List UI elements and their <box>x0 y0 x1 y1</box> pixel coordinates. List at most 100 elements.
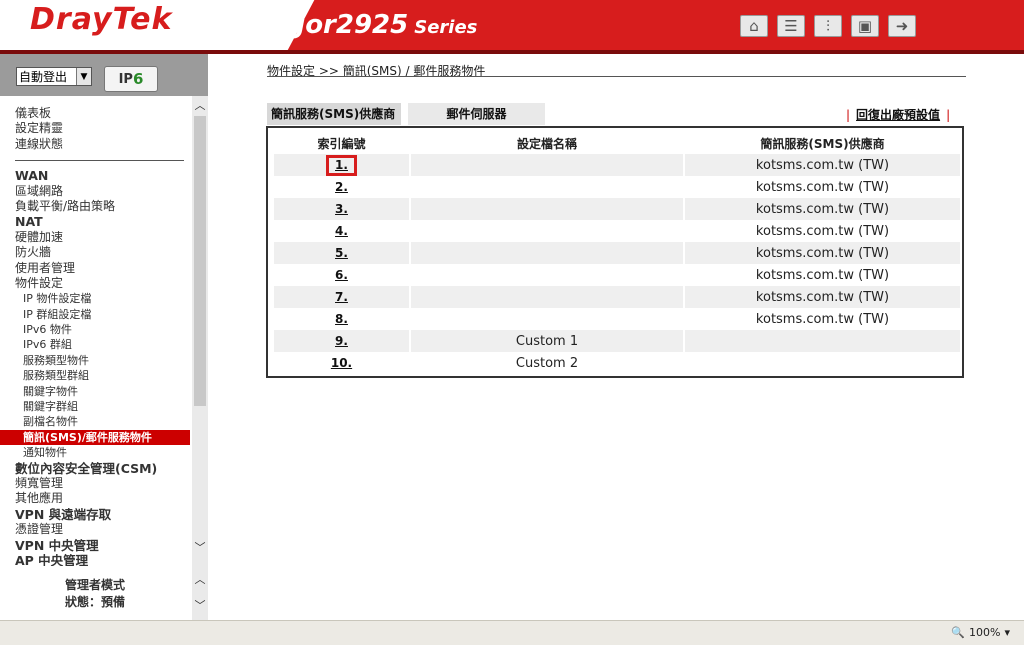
sidebar-item[interactable]: 物件設定 <box>0 276 190 291</box>
auto-logout-select[interactable]: 自動登出 ▼ <box>16 67 92 86</box>
tab-bar: 簡訊服務(SMS)供應商 郵件伺服器 <box>267 103 545 125</box>
sidebar-item[interactable]: IPv6 物件 <box>0 322 190 337</box>
index-cell: 7. <box>274 286 409 308</box>
profile-name-cell <box>411 198 683 220</box>
model-series: Series <box>414 17 478 38</box>
top-header: DrayTek Vigor2925 Series ⌂ ☰ ⫶ ▣ ➜ <box>0 0 1024 54</box>
tab-mail-server[interactable]: 郵件伺服器 <box>408 103 545 125</box>
sidebar-item[interactable]: IP 物件設定檔 <box>0 291 190 306</box>
sidebar-item[interactable]: 頻寬管理 <box>0 476 190 491</box>
sidebar-item[interactable]: 通知物件 <box>0 445 190 460</box>
browser-status-bar: 🔍 100% ▾ <box>0 620 1024 645</box>
sidebar-item[interactable]: 關鍵字群組 <box>0 399 190 414</box>
table-row: 10. Custom 2 <box>274 352 960 374</box>
sidebar-item[interactable]: IP 群組設定檔 <box>0 307 190 322</box>
scroll-up-icon[interactable]: ︿ <box>192 98 208 114</box>
profile-index-link[interactable]: 7. <box>335 290 348 304</box>
sidebar-status: 管理者模式 狀態：預備 ︿ ﹀ <box>0 566 208 620</box>
sidebar-item[interactable]: NAT <box>0 214 190 229</box>
sms-provider-cell: kotsms.com.tw (TW) <box>685 264 960 286</box>
profile-index-link[interactable]: 10. <box>331 356 352 370</box>
sidebar-item[interactable]: 副檔名物件 <box>0 414 190 429</box>
status-scrollbar[interactable]: ︿ ﹀ <box>192 566 208 620</box>
chevron-down-icon[interactable]: ▾ <box>1004 626 1010 639</box>
sidebar-item[interactable]: AP 中央管理 <box>0 553 190 566</box>
status-label: 狀態：預備 <box>64 595 125 609</box>
sidebar-item[interactable]: VPN 與遠端存取 <box>0 507 190 522</box>
sidebar-item[interactable]: 數位內容安全管理(CSM) <box>0 461 190 476</box>
settings-sliders-icon[interactable]: ⫶ <box>814 15 842 37</box>
index-cell: 1. <box>274 154 409 176</box>
column-header-profile-name: 設定檔名稱 <box>516 136 577 151</box>
index-cell: 2. <box>274 176 409 198</box>
sidebar-item[interactable]: 憑證管理 <box>0 522 190 537</box>
save-icon[interactable]: ▣ <box>851 15 879 37</box>
profiles-table: 索引編號 設定檔名稱 簡訊服務(SMS)供應商 1. kotsms.com.tw … <box>272 132 962 374</box>
index-cell: 3. <box>274 198 409 220</box>
sidebar-item[interactable]: 其他應用 <box>0 491 190 506</box>
profile-index-link[interactable]: 2. <box>335 180 348 194</box>
sidebar-menu: 儀表板 設定精靈 連線狀態 WAN 區域網路 負載平衡/路由策略 NAT 硬體加速 防火牆… <box>0 106 190 566</box>
profile-name-cell: Custom 1 <box>411 330 683 352</box>
sidebar-item-wizard[interactable]: 設定精靈 <box>0 121 190 136</box>
sidebar-scrollbar[interactable]: ︿ ﹀ <box>192 96 208 566</box>
profile-name-cell <box>411 220 683 242</box>
ipv6-badge-left: IP <box>118 71 133 87</box>
sms-provider-cell <box>685 352 960 374</box>
sidebar-item[interactable]: 服務類型物件 <box>0 353 190 368</box>
profile-index-link[interactable]: 1. <box>335 158 348 172</box>
index-cell: 9. <box>274 330 409 352</box>
table-row: 1. kotsms.com.tw (TW) <box>274 154 960 176</box>
profile-index-link[interactable]: 8. <box>335 312 348 326</box>
table-row: 4. kotsms.com.tw (TW) <box>274 220 960 242</box>
sidebar-item[interactable]: VPN 中央管理 <box>0 538 190 553</box>
quick-start-icon[interactable]: ☰ <box>777 15 805 37</box>
profile-index-link[interactable]: 6. <box>335 268 348 282</box>
sidebar-divider <box>15 152 184 162</box>
draytek-logo: DrayTek <box>30 2 173 37</box>
sidebar-item-dashboard[interactable]: 儀表板 <box>0 106 190 121</box>
header-toolbar: ⌂ ☰ ⫶ ▣ ➜ <box>740 15 916 37</box>
sidebar-item[interactable]: 硬體加速 <box>0 230 190 245</box>
sidebar-item[interactable]: 區域網路 <box>0 184 190 199</box>
sidebar-item[interactable]: 防火牆 <box>0 245 190 260</box>
sidebar-item[interactable]: 關鍵字物件 <box>0 384 190 399</box>
reset-defaults: | 回復出廠預設值 | <box>846 108 951 122</box>
chevron-down-icon[interactable]: ▼ <box>76 68 91 85</box>
profile-name-cell <box>411 154 683 176</box>
ipv6-badge-right: 6 <box>132 70 144 88</box>
sidebar-item[interactable]: IPv6 群組 <box>0 337 190 352</box>
index-cell: 10. <box>274 352 409 374</box>
auto-logout-value: 自動登出 <box>19 70 68 84</box>
sms-provider-cell: kotsms.com.tw (TW) <box>685 308 960 330</box>
reset-defaults-link[interactable]: 回復出廠預設值 <box>856 108 940 122</box>
table-row: 8. kotsms.com.tw (TW) <box>274 308 960 330</box>
scroll-up-icon[interactable]: ︿ <box>192 572 208 588</box>
sidebar-item[interactable]: 使用者管理 <box>0 261 190 276</box>
sidebar-item[interactable]: WAN <box>0 168 190 183</box>
table-row: 9. Custom 1 <box>274 330 960 352</box>
sidebar-item[interactable]: 簡訊(SMS)/郵件服務物件 <box>0 429 190 446</box>
table-row: 2. kotsms.com.tw (TW) <box>274 176 960 198</box>
zoom-level: 100% <box>969 625 1001 639</box>
profile-index-link[interactable]: 5. <box>335 246 348 260</box>
zoom-icon: 🔍 <box>951 625 966 639</box>
sidebar-item[interactable]: 負載平衡/路由策略 <box>0 199 190 214</box>
sidebar-item-online-status[interactable]: 連線狀態 <box>0 137 190 152</box>
breadcrumb-divider <box>267 76 966 77</box>
logout-icon[interactable]: ➜ <box>888 15 916 37</box>
sidebar-item[interactable]: 服務類型群組 <box>0 368 190 383</box>
profile-index-link[interactable]: 9. <box>335 334 348 348</box>
home-icon[interactable]: ⌂ <box>740 15 768 37</box>
sidebar: 自動登出 ▼ IP 6 儀表板 設定精靈 連線狀態 WAN 區域網路 負載平衡/路由策… <box>0 54 208 620</box>
index-cell: 5. <box>274 242 409 264</box>
ipv6-badge[interactable]: IP 6 <box>104 66 158 92</box>
scrollbar-thumb[interactable] <box>194 116 206 406</box>
scroll-down-icon[interactable]: ﹀ <box>192 540 208 556</box>
profile-index-link[interactable]: 4. <box>335 224 348 238</box>
tab-sms-provider[interactable]: 簡訊服務(SMS)供應商 <box>267 103 401 125</box>
zoom-control[interactable]: 🔍 100% ▾ <box>951 624 1010 640</box>
sidebar-menu-panel: 儀表板 設定精靈 連線狀態 WAN 區域網路 負載平衡/路由策略 NAT 硬體加速 防火牆… <box>0 96 208 566</box>
scroll-down-icon[interactable]: ﹀ <box>192 598 208 614</box>
profile-index-link[interactable]: 3. <box>335 202 348 216</box>
